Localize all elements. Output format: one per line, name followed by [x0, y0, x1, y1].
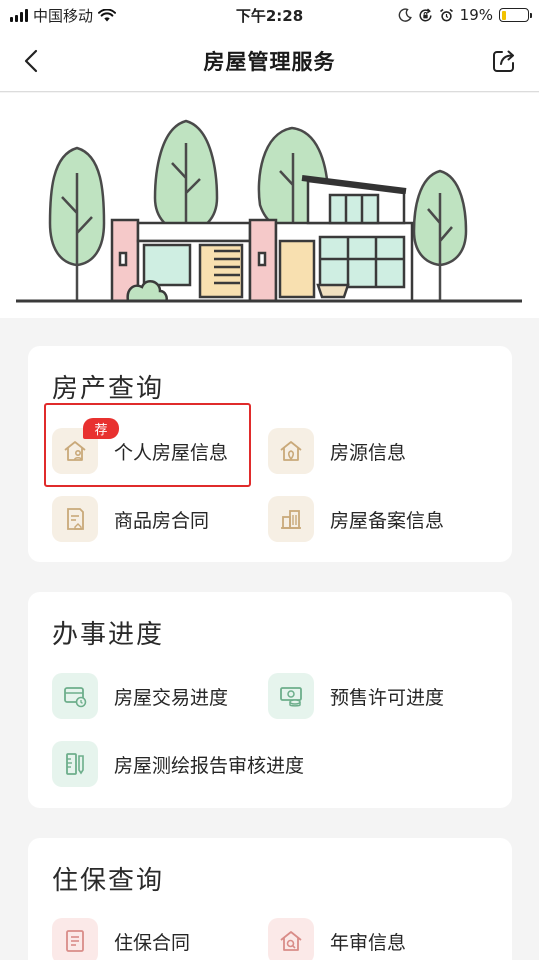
item-label: 商品房合同 — [114, 509, 210, 532]
item-label: 预售许可进度 — [330, 686, 445, 709]
alarm-icon — [439, 8, 453, 21]
item-label: 年审信息 — [330, 931, 407, 954]
survey-report-review-progress-item[interactable]: 房屋测绘报告审核进度 — [52, 741, 304, 787]
battery-percent: 19% — [459, 6, 493, 24]
moon-icon — [398, 8, 412, 22]
signal-icon — [10, 8, 28, 22]
house-filing-info-item[interactable]: 房屋备案信息 — [268, 496, 444, 542]
wifi-icon — [98, 8, 117, 21]
house-transaction-progress-item[interactable]: 房屋交易进度 — [52, 673, 228, 719]
annual-review-info-item[interactable]: 年审信息 — [268, 918, 406, 960]
money-stack-icon — [268, 673, 314, 719]
commercial-contract-item[interactable]: 商品房合同 — [52, 496, 209, 542]
tree-left — [48, 146, 106, 301]
highlight-box — [44, 403, 251, 487]
item-label: 房源信息 — [330, 441, 407, 464]
contract-icon — [52, 496, 98, 542]
item-label: 住保合同 — [114, 931, 191, 954]
status-bar: 中国移动 下午2:28 19% — [0, 0, 539, 30]
card-clock-icon — [52, 673, 98, 719]
house-source-info-item[interactable]: 房源信息 — [268, 428, 406, 474]
nav-bar: 房屋管理服务 — [0, 30, 539, 92]
house-pin-icon — [268, 428, 314, 474]
house-search-icon — [268, 918, 314, 960]
section-title: 住保查询 — [52, 866, 165, 896]
back-button[interactable] — [16, 45, 46, 77]
item-label: 房屋测绘报告审核进度 — [114, 754, 305, 777]
page-title: 房屋管理服务 — [203, 49, 336, 74]
house-illustration — [16, 119, 522, 303]
housing-security-contract-item[interactable]: 住保合同 — [52, 918, 190, 960]
presale-permit-progress-item[interactable]: 预售许可进度 — [268, 673, 444, 719]
section-title: 办事进度 — [52, 620, 165, 650]
chevron-left-icon — [24, 49, 38, 73]
building-icon — [268, 496, 314, 542]
item-label: 房屋备案信息 — [330, 509, 445, 532]
banner-illustration — [0, 93, 539, 318]
ruler-report-icon — [52, 741, 98, 787]
carrier-name: 中国移动 — [33, 6, 94, 25]
item-label: 房屋交易进度 — [114, 686, 229, 709]
rotation-lock-icon — [419, 7, 432, 21]
battery-icon — [499, 8, 532, 22]
document-icon — [52, 918, 98, 960]
section-title: 房产查询 — [52, 374, 165, 404]
share-button[interactable] — [489, 46, 519, 76]
tree-mid — [153, 119, 219, 235]
tree-right — [412, 169, 468, 301]
share-icon — [493, 50, 514, 72]
